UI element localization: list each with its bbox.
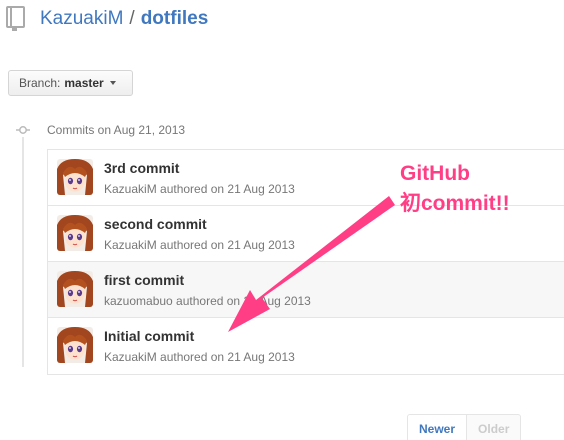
repo-icon — [6, 6, 25, 31]
repo-owner-link[interactable]: KazuakiM — [40, 8, 123, 30]
commit-meta: KazuakiM authored on 21 Aug 2013 — [104, 350, 295, 364]
repo-header: KazuakiM / dotfiles — [6, 4, 208, 34]
avatar[interactable] — [57, 271, 93, 307]
pagination: Newer Older — [407, 414, 522, 440]
avatar[interactable] — [57, 215, 93, 251]
annotation-line-1: GitHub — [400, 162, 470, 185]
commit-meta: KazuakiM authored on 21 Aug 2013 — [104, 182, 295, 196]
commit-meta: KazuakiM authored on 21 Aug 2013 — [104, 238, 295, 252]
commit-author[interactable]: KazuakiM — [104, 182, 157, 196]
commit-author[interactable]: kazuomabuo — [104, 294, 173, 308]
commit-group-label: Commits on Aug 21, 2013 — [47, 123, 186, 137]
commit-node-icon — [16, 126, 30, 134]
timeline-line — [22, 137, 24, 367]
newer-button[interactable]: Newer — [407, 414, 468, 440]
commit-meta: kazuomabuo authored on 21 Aug 2013 — [104, 294, 311, 308]
commit-date: authored on 21 Aug 2013 — [172, 294, 311, 308]
commit-author[interactable]: KazuakiM — [104, 350, 157, 364]
older-button: Older — [467, 414, 522, 440]
commit-title[interactable]: first commit — [104, 272, 184, 288]
branch-select-button[interactable]: Branch: master — [8, 70, 133, 96]
annotation-text: GitHub 初commit!! — [400, 159, 510, 219]
avatar[interactable] — [57, 159, 93, 195]
branch-value: master — [64, 76, 104, 90]
commit-title[interactable]: Initial commit — [104, 328, 194, 344]
repo-separator: / — [129, 8, 135, 29]
commit-date: authored on 21 Aug 2013 — [156, 350, 295, 364]
avatar[interactable] — [57, 327, 93, 363]
repo-name-link[interactable]: dotfiles — [141, 8, 209, 30]
annotation-line-2: 初commit!! — [400, 192, 510, 215]
commit-author[interactable]: KazuakiM — [104, 238, 157, 252]
commit-row: Initial commit KazuakiM authored on 21 A… — [48, 318, 564, 374]
branch-label: Branch: — [19, 76, 61, 90]
commit-title[interactable]: second commit — [104, 216, 207, 232]
commit-date: authored on 21 Aug 2013 — [156, 238, 295, 252]
caret-down-icon — [109, 81, 116, 85]
commit-date: authored on 21 Aug 2013 — [156, 182, 295, 196]
commit-row: first commit kazuomabuo authored on 21 A… — [48, 262, 564, 318]
repo-title: KazuakiM / dotfiles — [40, 8, 208, 30]
commit-title[interactable]: 3rd commit — [104, 160, 179, 176]
